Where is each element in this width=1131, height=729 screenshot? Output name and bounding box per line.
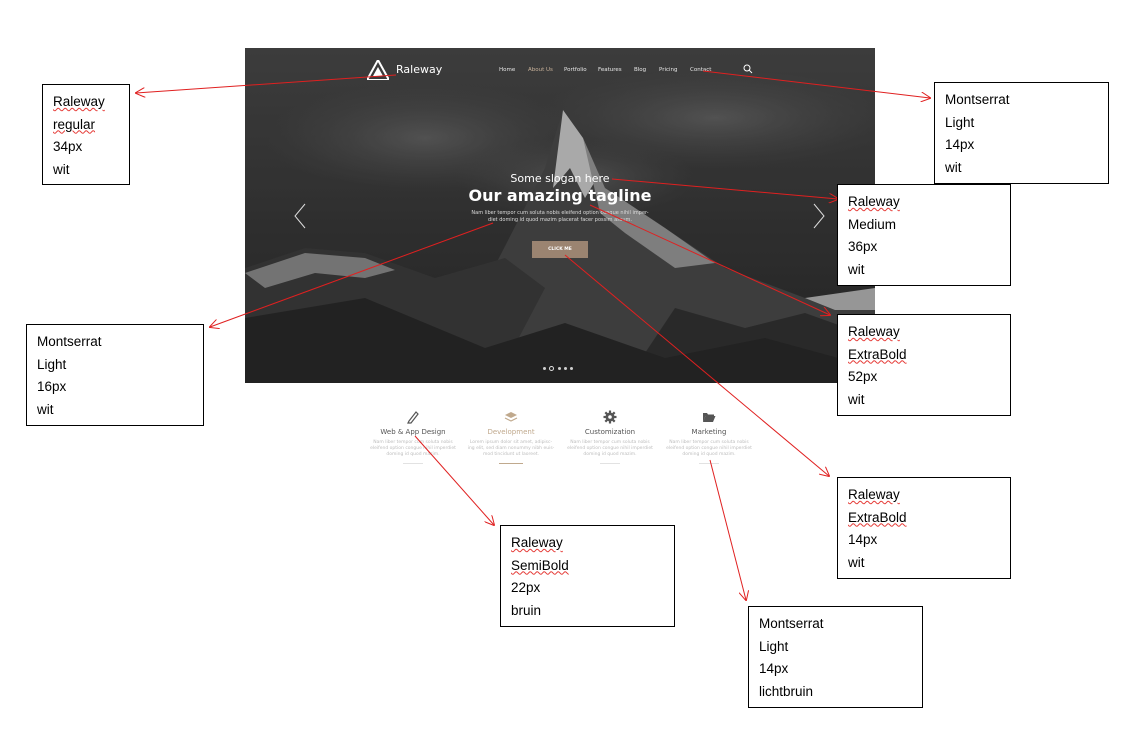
pen-icon — [407, 411, 419, 424]
annotation-line: 14px — [945, 137, 975, 152]
annotation-line: SemiBold — [511, 557, 569, 573]
feature-development: Development Lorem ipsum dolor sit amet, … — [466, 410, 556, 464]
search-icon[interactable] — [743, 64, 753, 74]
annotation-nav-font: Montserrat Light 14px wit — [934, 82, 1109, 184]
annotation-line: bruin — [511, 602, 542, 618]
annotation-line: Light — [37, 356, 67, 372]
annotation-feature-desc-font: Montserrat Light 14px lichtbruin — [748, 606, 923, 708]
annotation-line: wit — [37, 401, 54, 417]
feature-customization: Customization Nam liber tempor cum solut… — [565, 410, 655, 464]
annotation-line: wit — [848, 391, 865, 407]
annotation-line: wit — [848, 554, 865, 570]
slider-next-arrow-icon[interactable] — [812, 203, 826, 229]
nav-contact[interactable]: Contact — [690, 67, 711, 73]
feature-desc-line: eleifend option congue nihil imperdiet — [666, 446, 752, 451]
feature-desc: Nam liber tempor cum soluta nobis eleife… — [565, 440, 655, 458]
click-me-button[interactable]: CLICK ME — [532, 241, 588, 258]
annotation-line: lichtbruin — [759, 683, 814, 699]
nav-portfolio[interactable]: Portfolio — [564, 67, 587, 73]
annotation-lead-font: Montserrat Light 16px wit — [26, 324, 204, 426]
feature-desc: Nam liber tempor cum soluta nobis eleife… — [664, 440, 754, 458]
annotation-line: 34px — [53, 139, 83, 154]
annotation-line: Montserrat — [945, 92, 1010, 107]
feature-title: Customization — [584, 428, 636, 436]
annotation-line: Raleway — [511, 535, 563, 550]
nav-home[interactable]: Home — [499, 67, 515, 73]
nav-about-us[interactable]: About Us — [528, 67, 553, 73]
nav-features[interactable]: Features — [598, 67, 622, 73]
slider-dot[interactable] — [543, 367, 546, 370]
feature-marketing: Marketing Nam liber tempor cum soluta no… — [664, 410, 754, 464]
feature-desc-line: eleifend option congue nihil imperdiet — [567, 446, 653, 451]
annotation-line: Light — [945, 114, 975, 130]
slider-dot[interactable] — [564, 367, 567, 370]
annotation-slogan-font: Raleway Medium 36px wit — [837, 184, 1011, 286]
hero-lead-line: Nam liber tempor cum soluta nobis eleife… — [471, 210, 649, 216]
nav-pricing[interactable]: Pricing — [659, 67, 678, 73]
feature-divider — [699, 463, 719, 464]
feature-divider — [499, 463, 523, 464]
logo-text[interactable]: Raleway — [396, 63, 442, 76]
feature-desc-line: Lorem ipsum dolor sit amet, adipisc- — [469, 440, 553, 445]
annotation-line: Montserrat — [759, 616, 824, 631]
nav-blog[interactable]: Blog — [634, 67, 646, 73]
annotation-feature-title-font: Raleway SemiBold 22px bruin — [500, 525, 675, 627]
top-navigation: Raleway Home About Us Portfolio Features… — [245, 48, 875, 92]
slider-dots — [543, 366, 577, 372]
feature-desc: Lorem ipsum dolor sit amet, adipisc- ing… — [466, 440, 556, 458]
annotation-line: ExtraBold — [848, 509, 907, 525]
website-mockup: Raleway Home About Us Portfolio Features… — [245, 48, 875, 383]
feature-desc-line: doming id quod mazim. — [583, 452, 637, 457]
feature-desc-line: eleifend option congue nihil imperdiet — [370, 446, 456, 451]
slider-dot[interactable] — [570, 367, 573, 370]
annotation-tagline-font: Raleway ExtraBold 52px wit — [837, 314, 1011, 416]
annotation-line: 36px — [848, 239, 878, 254]
layers-icon — [504, 412, 518, 422]
annotation-line: Raleway — [53, 94, 105, 109]
feature-title: Marketing — [691, 428, 727, 436]
annotation-line: 16px — [37, 379, 67, 394]
slider-prev-arrow-icon[interactable] — [293, 203, 307, 229]
hero-slogan: Some slogan here — [510, 172, 610, 185]
annotation-line: 22px — [511, 580, 541, 595]
annotation-line: 14px — [759, 661, 789, 676]
feature-divider — [600, 463, 620, 464]
slider-dot-active[interactable] — [549, 366, 554, 371]
annotation-line: 52px — [848, 369, 878, 384]
feature-desc-line: doming id quod mazim. — [682, 452, 736, 457]
logo-icon — [367, 60, 389, 80]
folder-open-icon — [703, 413, 716, 422]
annotation-line: ExtraBold — [848, 346, 907, 362]
feature-divider — [403, 463, 423, 464]
feature-desc: Nam liber tempor cum soluta nobis eleife… — [368, 440, 458, 458]
annotation-line: wit — [53, 161, 70, 177]
annotation-logo-font: Raleway regular 34px wit — [42, 84, 130, 185]
feature-title: Web & App Design — [380, 428, 446, 436]
annotation-line: wit — [945, 159, 962, 175]
feature-desc-line: Nam liber tempor cum soluta nobis — [669, 440, 749, 445]
annotation-line: 14px — [848, 532, 878, 547]
feature-desc-line: doming id quod mazim. — [386, 452, 440, 457]
hero-lead-text: Nam liber tempor cum soluta nobis eleife… — [465, 210, 655, 224]
annotation-line: wit — [848, 261, 865, 277]
annotation-line: Raleway — [848, 194, 900, 209]
feature-desc-line: mod tincidunt ut laoreet. — [482, 452, 540, 457]
annotation-button-font: Raleway ExtraBold 14px wit — [837, 477, 1011, 579]
feature-desc-line: Nam liber tempor cum soluta nobis — [570, 440, 650, 445]
feature-web-app-design: Web & App Design Nam liber tempor cum so… — [368, 410, 458, 464]
annotation-line: regular — [53, 116, 96, 132]
slider-dot[interactable] — [558, 367, 561, 370]
annotation-line: Light — [759, 638, 789, 654]
hero-lead-line: diet doming id quod mazim placerat facer… — [488, 217, 632, 223]
annotation-line: Montserrat — [37, 334, 102, 349]
annotation-line: Raleway — [848, 487, 900, 502]
feature-desc-line: Nam liber tempor cum soluta nobis — [373, 440, 453, 445]
hero-tagline: Our amazing tagline — [468, 186, 652, 205]
feature-title: Development — [487, 428, 535, 436]
gear-icon — [603, 410, 617, 424]
annotation-line: Medium — [848, 216, 897, 232]
feature-desc-line: ing elit, sed diam nonummy nibh euis- — [467, 446, 555, 451]
annotation-line: Raleway — [848, 324, 900, 339]
